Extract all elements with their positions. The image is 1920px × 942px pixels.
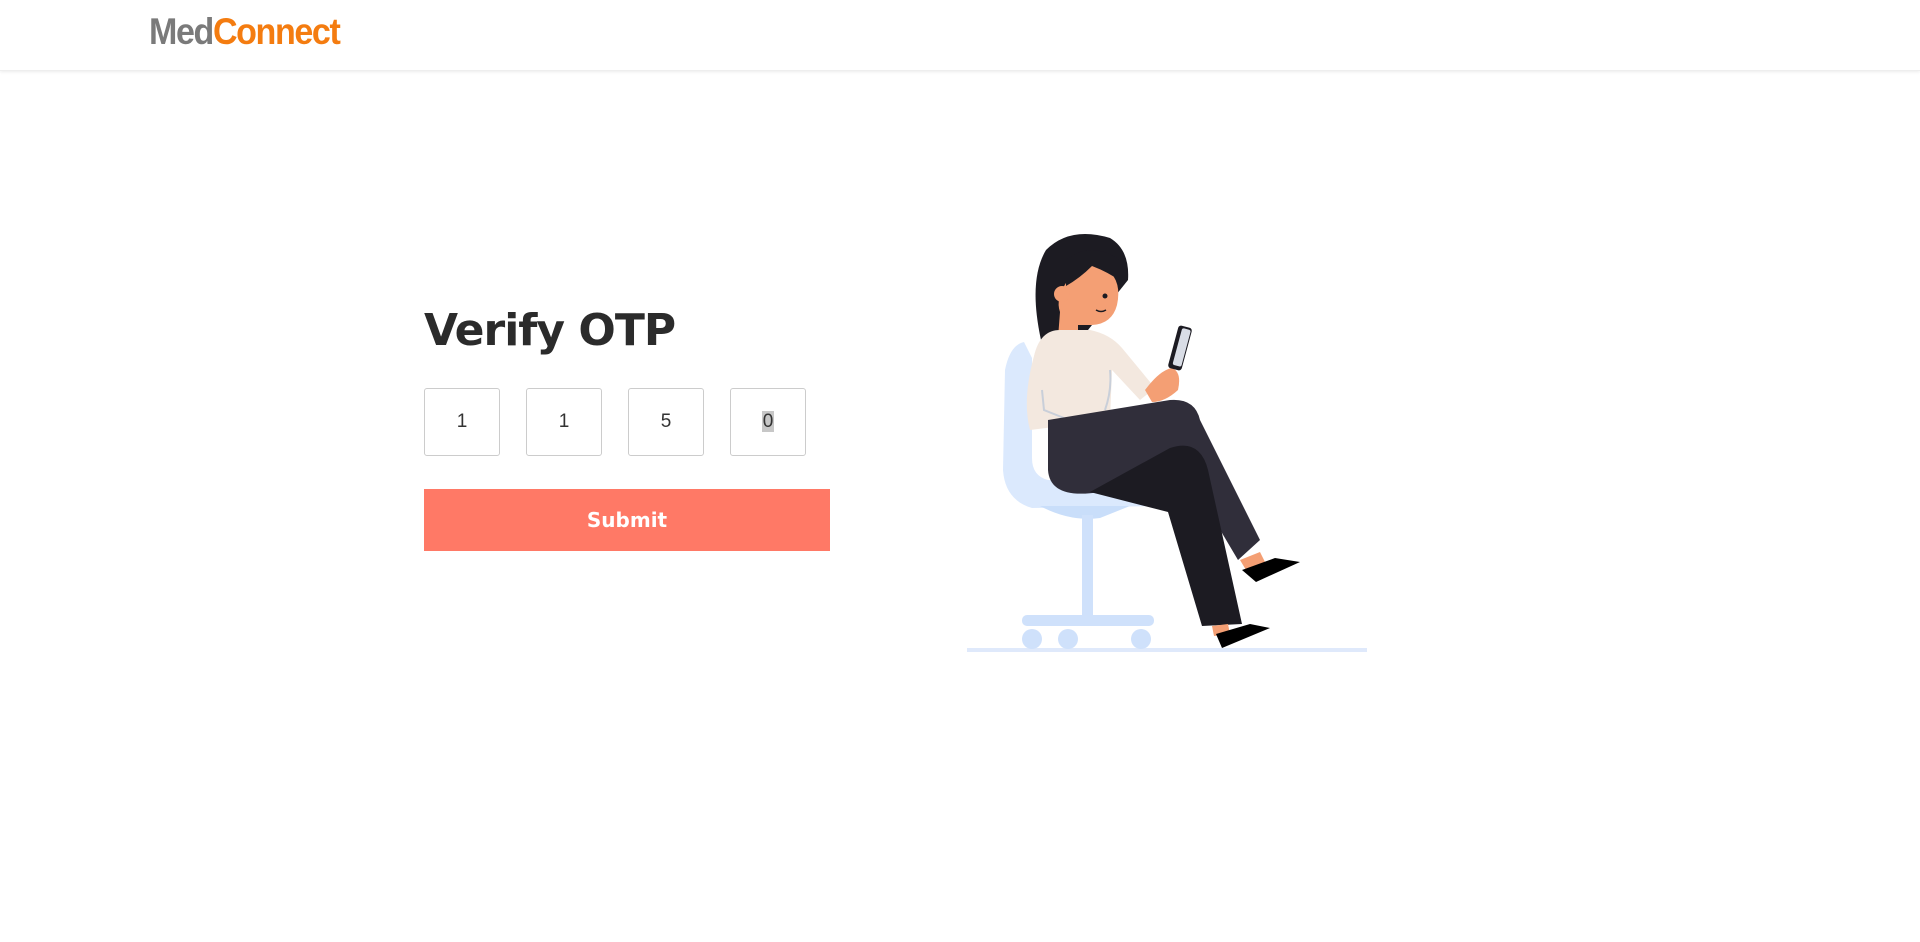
logo-text-med: Med [149, 11, 214, 52]
otp-digit-4[interactable]: 0 [730, 388, 806, 456]
otp-digit-3[interactable]: 5 [628, 388, 704, 456]
submit-button[interactable]: Submit [424, 489, 830, 551]
otp-digit-1[interactable]: 1 [424, 388, 500, 456]
woman-illustration [1026, 234, 1300, 648]
otp-digit-2-value: 1 [558, 411, 570, 432]
logo-text-connect: Connect [212, 11, 341, 52]
otp-digit-3-value: 5 [660, 411, 672, 432]
top-navbar: MedConnect [0, 0, 1920, 71]
woman-on-chair-illustration [967, 234, 1367, 652]
floor-line [967, 648, 1367, 652]
page-title: Verify OTP [424, 305, 676, 356]
otp-digit-1-value: 1 [456, 411, 468, 432]
brand-logo[interactable]: MedConnect [149, 11, 341, 52]
otp-digit-4-value: 0 [761, 411, 775, 432]
otp-digit-2[interactable]: 1 [526, 388, 602, 456]
